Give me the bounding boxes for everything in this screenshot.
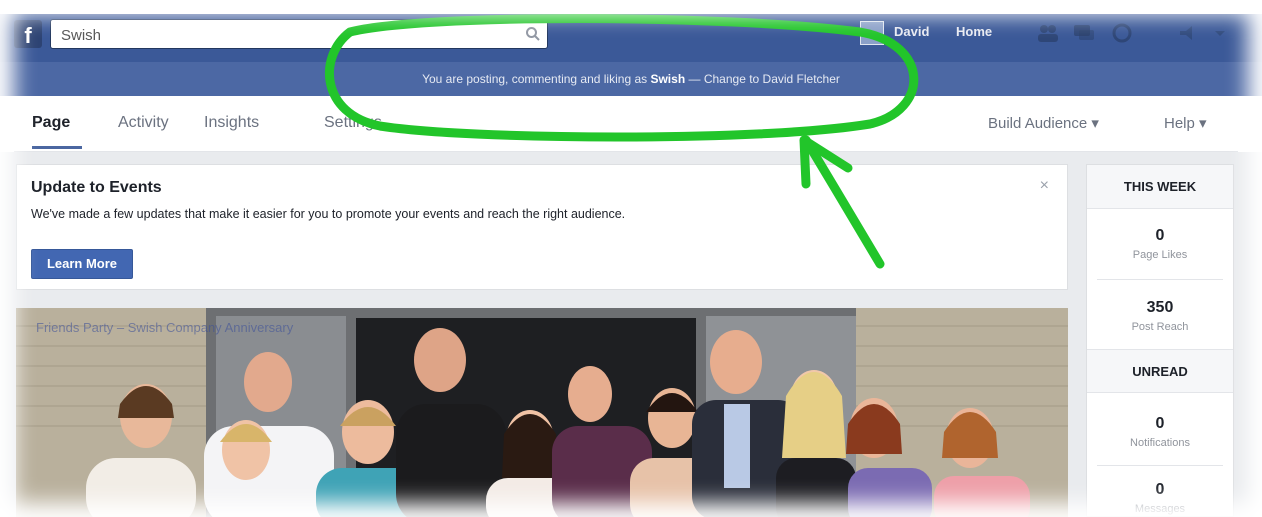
help-menu[interactable]: Help ▾ (1164, 114, 1207, 132)
profile-link[interactable]: David (894, 24, 929, 39)
avatar[interactable] (860, 21, 884, 45)
card-body: We've made a few updates that make it ea… (31, 207, 626, 221)
this-week-heading: THIS WEEK (1087, 165, 1233, 209)
posting-as-bar: You are posting, commenting and liking a… (0, 62, 1262, 96)
close-icon[interactable]: × (1040, 177, 1049, 195)
page-likes-stat[interactable]: 0 Page Likes (1087, 227, 1233, 261)
unread-heading: UNREAD (1087, 349, 1233, 393)
tab-insights[interactable]: Insights (204, 114, 259, 132)
post-reach-stat[interactable]: 350 Post Reach (1087, 299, 1233, 333)
divider (1097, 279, 1223, 280)
tab-activity[interactable]: Activity (118, 114, 169, 132)
group-photo (16, 308, 1068, 517)
home-link[interactable]: Home (956, 24, 992, 39)
page-likes-value: 0 (1155, 227, 1165, 244)
page-tabs: Page Activity Insights Settings Build Au… (14, 96, 1238, 152)
page-stats-sidebar: THIS WEEK 0 Page Likes 350 Post Reach UN… (1086, 164, 1234, 517)
divider (1097, 465, 1223, 466)
friends-icon[interactable] (1036, 22, 1060, 44)
notifications-stat[interactable]: 0 Notifications (1087, 415, 1233, 449)
search-value: Swish (61, 27, 102, 44)
learn-more-button[interactable]: Learn More (31, 249, 133, 279)
messages-icon[interactable] (1072, 22, 1096, 44)
posting-as-text: You are posting, commenting and liking a… (422, 72, 840, 86)
messages-label: Messages (1134, 503, 1186, 515)
active-tab-indicator (32, 146, 82, 149)
top-navigation-bar: f Swish David Home You are posting, comm… (0, 14, 1262, 96)
posting-as-separator: — (685, 72, 704, 86)
account-menu-icon[interactable] (1208, 22, 1232, 44)
post-reach-value: 350 (1146, 299, 1174, 316)
events-update-card: Update to Events We've made a few update… (16, 164, 1068, 290)
messages-value: 0 (1155, 481, 1165, 498)
facebook-logo[interactable]: f (14, 20, 42, 48)
change-identity-link[interactable]: Change to David Fletcher (704, 72, 840, 86)
posting-as-prefix: You are posting, commenting and liking a… (422, 72, 651, 86)
cover-caption: Friends Party – Swish Company Anniversar… (36, 320, 294, 335)
page-likes-label: Page Likes (1132, 249, 1188, 261)
posting-as-page-name: Swish (650, 72, 686, 86)
messages-stat[interactable]: 0 Messages (1087, 481, 1233, 515)
notifications-icon[interactable] (1110, 22, 1134, 44)
build-audience-menu[interactable]: Build Audience ▾ (988, 114, 1099, 132)
tab-settings[interactable]: Settings (324, 114, 382, 132)
tab-page[interactable]: Page (32, 114, 70, 132)
privacy-icon[interactable] (1176, 22, 1200, 44)
post-reach-label: Post Reach (1131, 321, 1189, 333)
search-icon[interactable] (525, 26, 541, 42)
notifications-label: Notifications (1130, 437, 1190, 449)
notifications-value: 0 (1155, 415, 1165, 432)
search-input[interactable]: Swish (50, 19, 548, 49)
card-title: Update to Events (31, 179, 162, 196)
cover-photo[interactable]: Friends Party – Swish Company Anniversar… (16, 308, 1068, 517)
